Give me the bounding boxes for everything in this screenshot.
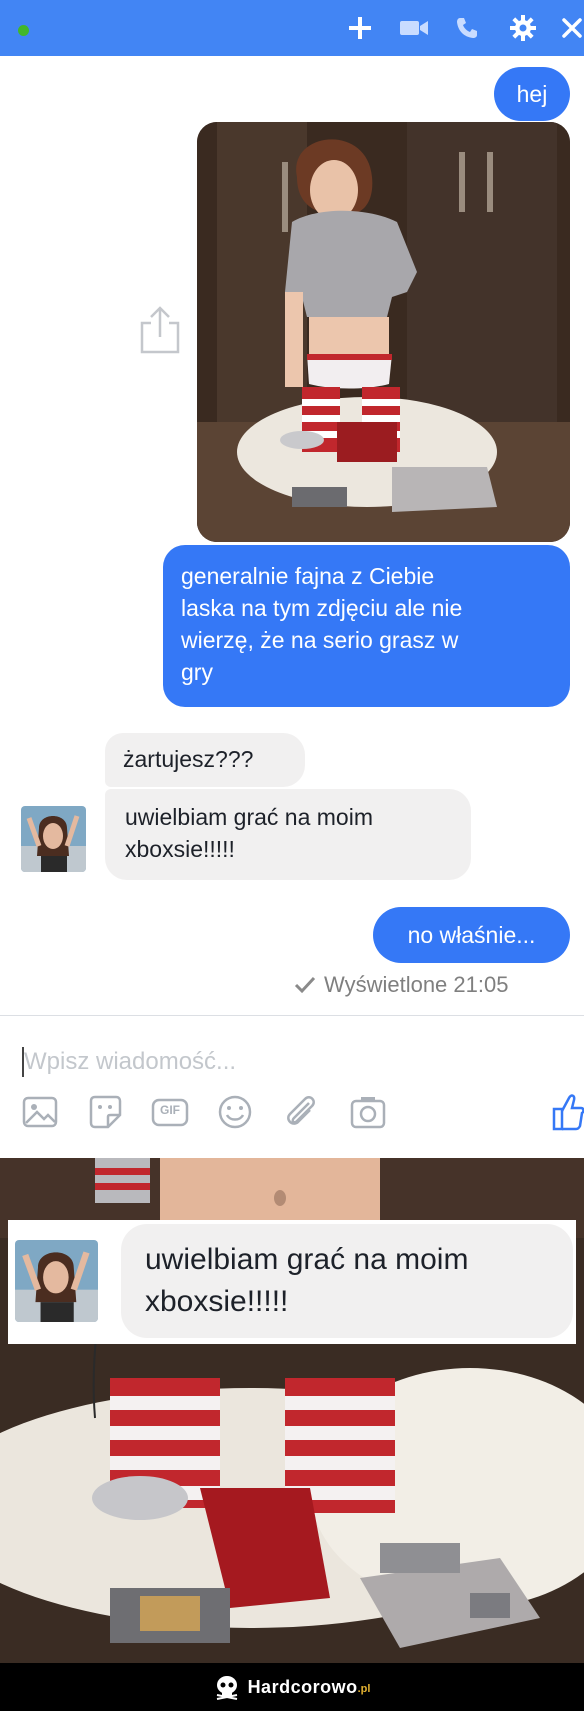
message-line: xboxsie!!!!! — [125, 836, 235, 862]
seen-status: Wyświetlone 21:05 — [294, 972, 508, 998]
gear-icon[interactable] — [503, 8, 543, 48]
message-line: wierzę, że na serio grasz w — [181, 627, 459, 653]
watermark-footer: Hardcorowo .pl — [0, 1663, 584, 1711]
zoomed-message-bubble: uwielbiam grać na moim xboxsie!!!!! — [121, 1224, 573, 1338]
seen-label: Wyświetlone 21:05 — [324, 972, 509, 997]
like-icon[interactable] — [552, 1092, 584, 1137]
skull-logo-icon — [216, 1676, 237, 1700]
attachment-icon[interactable] — [281, 1093, 319, 1131]
phone-icon[interactable] — [447, 8, 487, 48]
incoming-message[interactable]: uwielbiam grać na moim xboxsie!!!!! — [105, 789, 471, 880]
incoming-message[interactable]: żartujesz??? — [105, 733, 305, 787]
message-line: xboxsie!!!!! — [145, 1285, 289, 1318]
video-icon[interactable] — [394, 8, 434, 48]
outgoing-message[interactable]: no właśnie... — [373, 907, 570, 963]
outgoing-message[interactable]: generalnie fajna z Ciebie laska na tym z… — [163, 545, 570, 707]
avatar — [15, 1240, 98, 1322]
chat-header — [0, 0, 584, 56]
close-icon[interactable] — [552, 8, 584, 48]
message-line: uwielbiam grać na moim — [125, 804, 373, 830]
online-status-dot — [18, 25, 29, 36]
message-line: generalnie fajna z Ciebie — [181, 563, 435, 589]
divider — [0, 1015, 584, 1016]
check-icon — [294, 976, 316, 994]
message-text: żartujesz??? — [123, 746, 254, 772]
gif-label: GIF — [160, 1103, 180, 1117]
emoji-icon[interactable] — [216, 1093, 254, 1131]
message-line: laska na tym zdjęciu ale nie — [181, 595, 463, 621]
footer-tld: .pl — [357, 1683, 371, 1695]
gif-icon[interactable]: GIF — [150, 1093, 189, 1131]
avatar[interactable] — [21, 806, 86, 872]
message-line: gry — [181, 659, 213, 685]
message-input[interactable]: Wpisz wiadomość... — [24, 1048, 236, 1076]
message-text: hej — [516, 81, 548, 107]
message-text: no właśnie... — [407, 922, 536, 948]
camera-icon[interactable] — [349, 1093, 387, 1131]
sticker-icon[interactable] — [86, 1093, 124, 1131]
outgoing-message[interactable]: hej — [494, 67, 570, 121]
share-icon[interactable] — [138, 305, 182, 360]
shared-photo[interactable] — [197, 122, 570, 542]
message-line: uwielbiam grać na moim — [145, 1243, 469, 1276]
zoomed-message-overlay: uwielbiam grać na moim xboxsie!!!!! — [8, 1220, 576, 1344]
footer-brand: Hardcorowo — [247, 1676, 358, 1697]
plus-icon[interactable] — [340, 8, 380, 48]
image-icon[interactable] — [21, 1093, 59, 1131]
